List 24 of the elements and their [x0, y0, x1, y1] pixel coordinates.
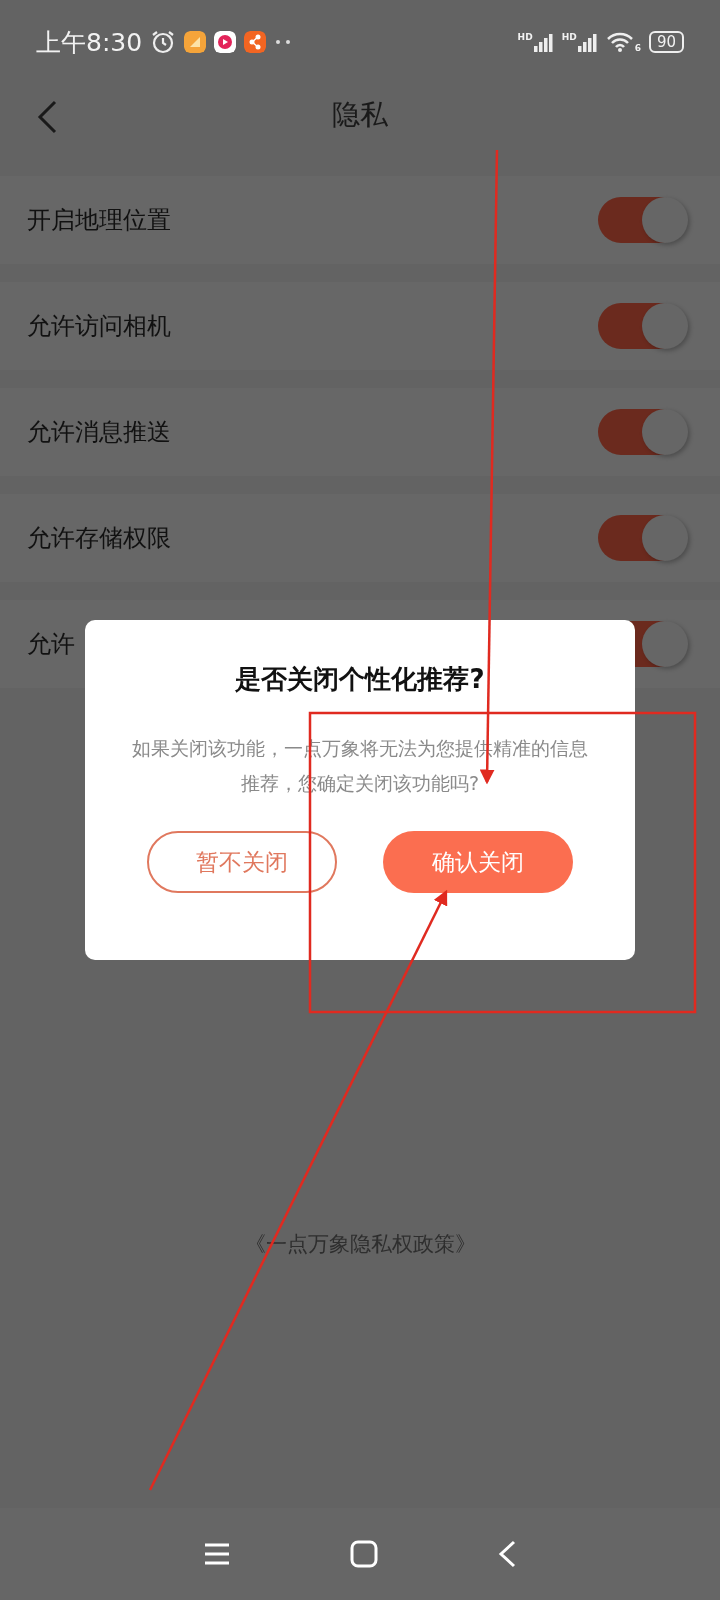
cancel-button[interactable]: 暂不关闭 — [147, 831, 337, 893]
signal-icon — [533, 32, 554, 52]
confirm-button[interactable]: 确认关闭 — [383, 831, 573, 893]
video-app-icon — [214, 31, 237, 53]
wifi-standard-label: 6 — [634, 43, 641, 53]
menu-icon[interactable] — [204, 1542, 230, 1566]
status-time: 上午8:30 — [36, 26, 143, 59]
notes-app-icon — [184, 31, 207, 53]
setting-label: 允许存储权限 — [27, 523, 171, 554]
setting-label: 允许 — [27, 629, 75, 660]
back-icon[interactable] — [36, 100, 58, 134]
wifi-icon — [605, 31, 634, 53]
dialog-title: 是否关闭个性化推荐? — [235, 663, 485, 696]
setting-label: 允许访问相机 — [27, 311, 171, 342]
signal-icon — [577, 32, 598, 52]
setting-label: 开启地理位置 — [27, 205, 171, 236]
more-notifications-icon — [274, 39, 293, 45]
setting-label: 允许消息推送 — [27, 417, 171, 448]
share-app-icon — [244, 31, 267, 53]
page-title: 隐私 — [332, 97, 388, 133]
home-icon[interactable] — [350, 1540, 378, 1568]
network-type-label: HD — [561, 32, 577, 42]
network-type-label: HD — [517, 32, 533, 42]
battery-level: 90 — [648, 31, 684, 53]
